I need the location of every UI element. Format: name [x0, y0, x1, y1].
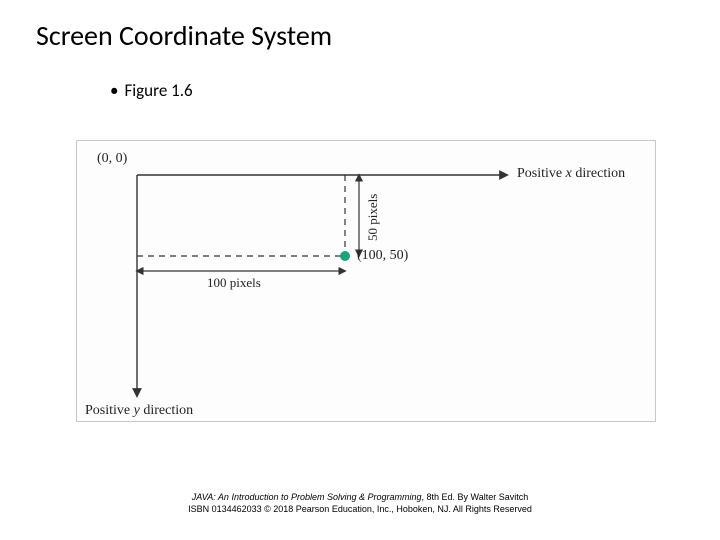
- figure-caption-bullet: • Figure 1.6: [110, 80, 193, 101]
- credit-line-2: ISBN 0134462033 © 2018 Pearson Education…: [0, 504, 720, 515]
- point-label: (100, 50): [357, 248, 408, 264]
- bullet-dot: •: [110, 80, 118, 101]
- h-measure-label: 100 pixels: [207, 275, 261, 291]
- credit-book-title: JAVA: An Introduction to Problem Solving…: [192, 492, 422, 502]
- figure-svg: [77, 141, 655, 421]
- x-direction-label: Positive x direction: [517, 166, 625, 182]
- x-dir-prefix: Positive: [517, 166, 566, 181]
- x-dir-suffix: direction: [572, 166, 625, 181]
- credit-line1-rest: , 8th Ed. By Walter Savitch: [422, 492, 529, 502]
- origin-label: (0, 0): [97, 151, 127, 167]
- y-direction-label: Positive y direction: [85, 403, 193, 419]
- slide: Screen Coordinate System • Figure 1.6: [0, 0, 720, 540]
- y-dir-prefix: Positive: [85, 403, 134, 418]
- y-dir-suffix: direction: [140, 403, 193, 418]
- bullet-text: Figure 1.6: [124, 80, 192, 101]
- slide-title: Screen Coordinate System: [36, 18, 332, 53]
- credit-line-1: JAVA: An Introduction to Problem Solving…: [0, 492, 720, 503]
- figure-box: (0, 0) Positive x direction Positive y d…: [76, 140, 656, 422]
- point-marker: [340, 251, 350, 261]
- v-measure-label: 50 pixels: [365, 194, 381, 241]
